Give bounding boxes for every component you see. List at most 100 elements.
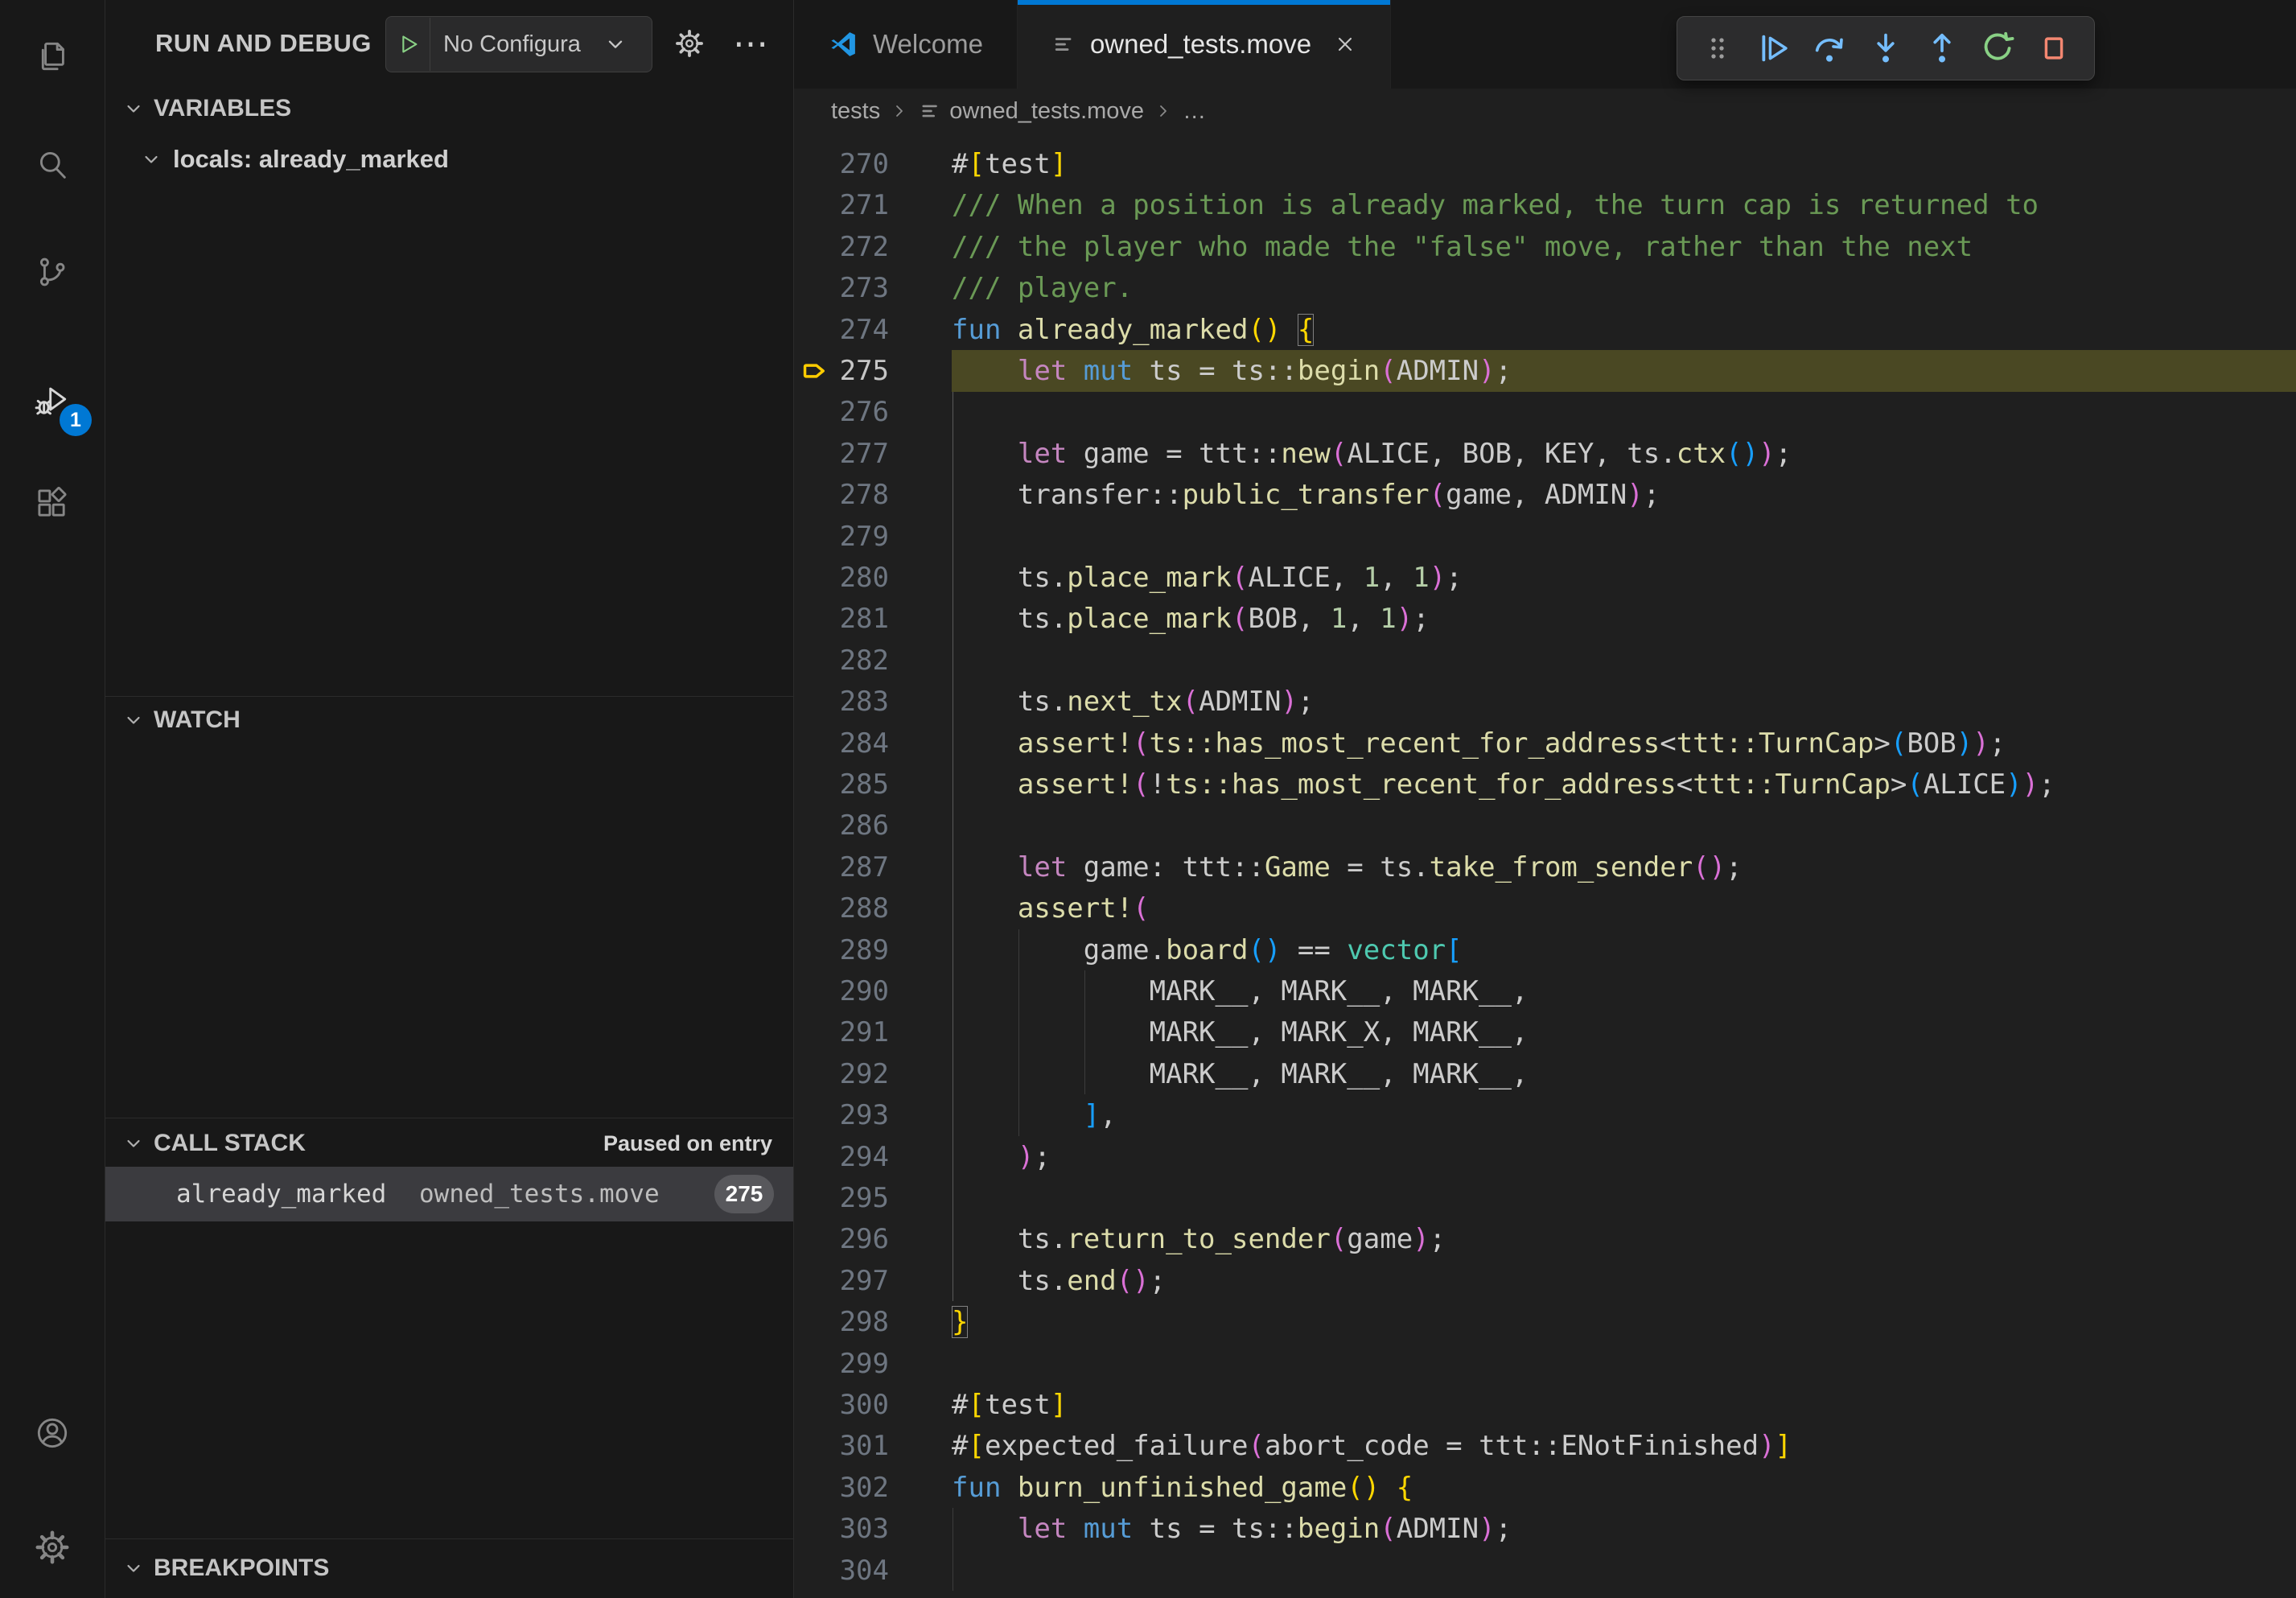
breadcrumb-item[interactable]: owned_tests.move xyxy=(919,98,1144,125)
activity-bar-item-source-control[interactable] xyxy=(0,224,105,320)
code-line[interactable]: 280 ts.place_mark(ALICE, 1, 1); xyxy=(794,557,2296,599)
code-line[interactable]: 278 transfer::public_transfer(game, ADMI… xyxy=(794,474,2296,516)
call-stack-section-header[interactable]: CALL STACK Paused on entry xyxy=(105,1122,793,1165)
code-line[interactable]: 300#[test] xyxy=(794,1384,2296,1426)
line-number[interactable]: 273 xyxy=(840,267,889,309)
line-number[interactable]: 276 xyxy=(840,391,889,433)
code-line[interactable]: 303 let mut ts = ts::begin(ADMIN); xyxy=(794,1508,2296,1550)
breakpoint-gutter[interactable]: 275 xyxy=(794,350,952,392)
breadcrumb-item[interactable]: tests xyxy=(831,98,880,125)
breakpoint-gutter[interactable]: 281 xyxy=(794,598,952,640)
activity-bar-item-settings[interactable] xyxy=(0,1499,105,1596)
line-number[interactable]: 297 xyxy=(840,1260,889,1302)
breakpoint-gutter[interactable]: 288 xyxy=(794,888,952,929)
breakpoint-gutter[interactable]: 292 xyxy=(794,1053,952,1095)
activity-bar-item-explorer[interactable] xyxy=(0,8,105,105)
code-line[interactable]: 285 assert!(!ts::has_most_recent_for_add… xyxy=(794,764,2296,805)
code-line-text[interactable]: ts.end(); xyxy=(952,1260,2296,1302)
code-line[interactable]: 282 xyxy=(794,640,2296,682)
line-number[interactable]: 281 xyxy=(840,598,889,640)
breakpoint-gutter[interactable]: 303 xyxy=(794,1508,952,1550)
line-number[interactable]: 274 xyxy=(840,309,889,351)
activity-bar-item-run-and-debug[interactable]: 1 xyxy=(0,352,105,449)
breakpoint-gutter[interactable]: 299 xyxy=(794,1343,952,1385)
line-number[interactable]: 290 xyxy=(840,970,889,1012)
code-line-text[interactable]: /// player. xyxy=(952,267,2296,309)
code-line[interactable]: 284 assert!(ts::has_most_recent_for_addr… xyxy=(794,723,2296,764)
line-number[interactable]: 288 xyxy=(840,888,889,929)
debug-settings-gear-button[interactable] xyxy=(666,20,713,67)
breakpoint-gutter[interactable]: 294 xyxy=(794,1136,952,1178)
launch-config-label[interactable]: No Configura xyxy=(430,31,604,58)
code-line-text[interactable]: fun already_marked() { xyxy=(952,309,2296,351)
tab-welcome[interactable]: Welcome xyxy=(794,0,1018,89)
code-line[interactable]: 289 game.board() == vector[ xyxy=(794,929,2296,971)
views-more-actions-button[interactable]: ⋯ xyxy=(727,20,774,67)
code-line-text[interactable] xyxy=(952,805,2296,846)
code-line-text[interactable] xyxy=(952,1177,2296,1219)
activity-bar-item-accounts[interactable] xyxy=(0,1385,105,1481)
code-line-text[interactable]: #[test] xyxy=(952,143,2296,185)
breakpoint-gutter[interactable]: 284 xyxy=(794,723,952,764)
breakpoint-gutter[interactable]: 297 xyxy=(794,1260,952,1302)
watch-section-header[interactable]: WATCH xyxy=(105,698,793,742)
breakpoint-gutter[interactable]: 296 xyxy=(794,1218,952,1260)
breakpoint-gutter[interactable]: 301 xyxy=(794,1425,952,1467)
debug-step-into-button[interactable] xyxy=(1862,24,1910,72)
code-line[interactable]: 294 ); xyxy=(794,1136,2296,1178)
code-line-text[interactable]: game.board() == vector[ xyxy=(952,929,2296,971)
debug-drag-handle-button[interactable] xyxy=(1693,24,1742,72)
line-number[interactable]: 272 xyxy=(840,226,889,268)
code-line[interactable]: 274 fun already_marked() { xyxy=(794,309,2296,351)
line-number[interactable]: 282 xyxy=(840,640,889,682)
code-line[interactable]: 293 ], xyxy=(794,1094,2296,1136)
breakpoint-gutter[interactable]: 274 xyxy=(794,309,952,351)
debug-stop-button[interactable] xyxy=(2030,24,2078,72)
activity-bar-item-extensions[interactable] xyxy=(0,455,105,552)
line-number[interactable]: 284 xyxy=(840,723,889,764)
line-number[interactable]: 279 xyxy=(840,516,889,558)
code-line[interactable]: 291 MARK__, MARK_X, MARK__, xyxy=(794,1011,2296,1053)
line-number[interactable]: 277 xyxy=(840,433,889,475)
breakpoint-gutter[interactable]: 298 xyxy=(794,1301,952,1343)
breakpoint-gutter[interactable]: 304 xyxy=(794,1550,952,1592)
code-line-text[interactable]: MARK__, MARK__, MARK__, xyxy=(952,970,2296,1012)
code-line[interactable]: 273 /// player. xyxy=(794,267,2296,309)
variables-locals-row[interactable]: locals: already_marked xyxy=(105,137,793,182)
code-line[interactable]: 270#[test] xyxy=(794,143,2296,185)
code-line-text[interactable]: let game: ttt::Game = ts.take_from_sende… xyxy=(952,846,2296,888)
code-line-text[interactable]: assert!(!ts::has_most_recent_for_address… xyxy=(952,764,2296,805)
call-stack-frame-row[interactable]: already_markedowned_tests.move275 xyxy=(105,1167,793,1221)
code-line-text[interactable]: let mut ts = ts::begin(ADMIN); xyxy=(952,1508,2296,1550)
code-line-text[interactable]: transfer::public_transfer(game, ADMIN); xyxy=(952,474,2296,516)
breakpoint-gutter[interactable]: 276 xyxy=(794,391,952,433)
line-number[interactable]: 294 xyxy=(840,1136,889,1178)
tab-owned-tests-move[interactable]: owned_tests.move xyxy=(1018,0,1391,89)
code-line[interactable]: 279 xyxy=(794,516,2296,558)
line-number[interactable]: 283 xyxy=(840,681,889,723)
code-line[interactable]: 295 xyxy=(794,1177,2296,1219)
code-line-text[interactable]: MARK__, MARK_X, MARK__, xyxy=(952,1011,2296,1053)
line-number[interactable]: 285 xyxy=(840,764,889,805)
code-line[interactable]: 296 ts.return_to_sender(game); xyxy=(794,1218,2296,1260)
code-line-text[interactable]: } xyxy=(952,1301,2296,1343)
breakpoint-gutter[interactable]: 282 xyxy=(794,640,952,682)
line-number[interactable]: 299 xyxy=(840,1343,889,1385)
code-line[interactable]: 301#[expected_failure(abort_code = ttt::… xyxy=(794,1425,2296,1467)
code-line-text[interactable]: ts.return_to_sender(game); xyxy=(952,1218,2296,1260)
breakpoint-gutter[interactable]: 291 xyxy=(794,1011,952,1053)
line-number[interactable]: 271 xyxy=(840,184,889,226)
breakpoint-gutter[interactable]: 285 xyxy=(794,764,952,805)
code-line[interactable]: 304 xyxy=(794,1550,2296,1592)
code-line-text[interactable]: fun burn_unfinished_game() { xyxy=(952,1467,2296,1509)
line-number[interactable]: 278 xyxy=(840,474,889,516)
code-line-text[interactable]: let mut ts = ts::begin(ADMIN); xyxy=(952,350,2296,392)
code-line-text[interactable] xyxy=(952,640,2296,682)
breakpoint-gutter[interactable]: 293 xyxy=(794,1094,952,1136)
breakpoints-section-header[interactable]: BREAKPOINTS xyxy=(105,1547,793,1590)
code-editor[interactable]: 270#[test]271/// When a position is alre… xyxy=(794,134,2296,1598)
breakpoint-gutter[interactable]: 300 xyxy=(794,1384,952,1426)
launch-config-dropdown[interactable]: No Configura xyxy=(385,16,652,72)
line-number[interactable]: 300 xyxy=(840,1384,889,1426)
code-line[interactable]: 271/// When a position is already marked… xyxy=(794,184,2296,226)
